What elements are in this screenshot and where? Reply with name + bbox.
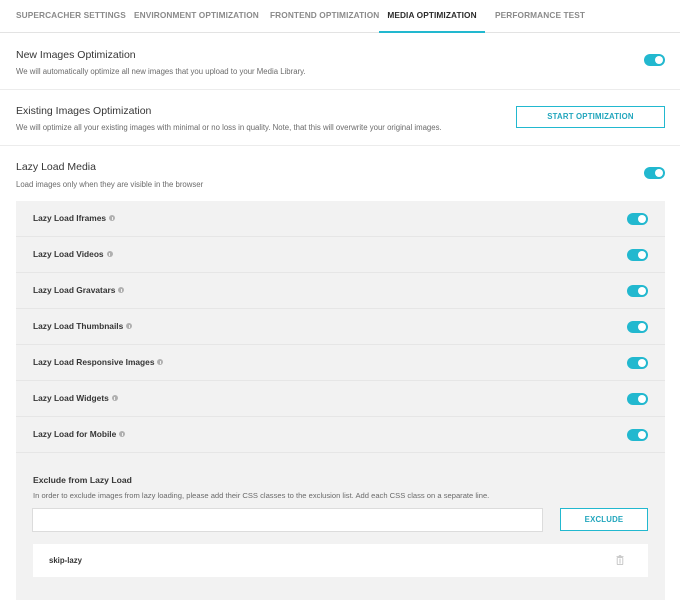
exclude-title: Exclude from Lazy Load: [33, 475, 132, 485]
tab-frontend-optimization[interactable]: FRONTEND OPTIMIZATION: [270, 0, 379, 33]
tab-environment-optimization[interactable]: ENVIRONMENT OPTIMIZATION: [134, 0, 259, 33]
section-divider: [0, 89, 680, 90]
option-row-widgets: Lazy Load Widgets: [16, 381, 665, 417]
option-row-responsive-images: Lazy Load Responsive Images: [16, 345, 665, 381]
new-images-title: New Images Optimization: [16, 49, 136, 61]
info-icon[interactable]: [157, 359, 164, 365]
exclude-button[interactable]: EXCLUDE: [560, 508, 648, 531]
toggle-knob: [655, 56, 663, 64]
option-row-videos: Lazy Load Videos: [16, 237, 665, 273]
toggle-knob: [638, 359, 646, 367]
lazy-load-responsive-images-toggle[interactable]: [627, 357, 648, 369]
option-label: Lazy Load Videos: [33, 249, 113, 259]
new-images-description: We will automatically optimize all new i…: [16, 67, 306, 76]
option-label: Lazy Load Gravatars: [33, 285, 125, 295]
toggle-knob: [638, 395, 646, 403]
toggle-knob: [638, 251, 646, 259]
option-label: Lazy Load Responsive Images: [33, 357, 164, 367]
option-row-thumbnails: Lazy Load Thumbnails: [16, 309, 665, 345]
section-divider: [0, 145, 680, 146]
lazy-load-videos-toggle[interactable]: [627, 249, 648, 261]
info-icon[interactable]: [119, 431, 126, 437]
option-label-text: Lazy Load Videos: [33, 249, 104, 259]
lazy-load-gravatars-toggle[interactable]: [627, 285, 648, 297]
toggle-knob: [638, 323, 646, 331]
option-label-text: Lazy Load Gravatars: [33, 285, 116, 295]
option-label-text: Lazy Load Iframes: [33, 213, 107, 223]
info-icon[interactable]: [109, 215, 116, 221]
option-row-mobile: Lazy Load for Mobile: [16, 417, 665, 453]
toggle-knob: [655, 169, 663, 177]
excluded-class-name: skip-lazy: [49, 556, 82, 565]
existing-images-description: We will optimize all your existing image…: [16, 123, 442, 132]
info-icon[interactable]: [111, 395, 118, 401]
option-row-iframes: Lazy Load Iframes: [16, 201, 665, 237]
option-label-text: Lazy Load Responsive Images: [33, 357, 155, 367]
existing-images-title: Existing Images Optimization: [16, 105, 152, 117]
lazy-load-thumbnails-toggle[interactable]: [627, 321, 648, 333]
lazy-load-options-panel: Lazy Load Iframes Lazy Load Videos Lazy …: [16, 201, 665, 600]
option-label-text: Lazy Load Thumbnails: [33, 321, 124, 331]
option-label-text: Lazy Load for Mobile: [33, 429, 117, 439]
info-icon[interactable]: [106, 251, 113, 257]
option-row-gravatars: Lazy Load Gravatars: [16, 273, 665, 309]
new-images-toggle[interactable]: [644, 54, 665, 66]
tab-bar: SUPERCACHER SETTINGS ENVIRONMENT OPTIMIZ…: [0, 0, 680, 33]
lazy-load-toggle[interactable]: [644, 167, 665, 179]
toggle-knob: [638, 215, 646, 223]
option-label-text: Lazy Load Widgets: [33, 393, 109, 403]
option-label: Lazy Load Thumbnails: [33, 321, 133, 331]
excluded-class-item: skip-lazy: [33, 544, 648, 577]
option-label: Lazy Load Iframes: [33, 213, 116, 223]
lazy-load-mobile-toggle[interactable]: [627, 429, 648, 441]
lazy-load-title: Lazy Load Media: [16, 161, 96, 173]
option-label: Lazy Load for Mobile: [33, 429, 126, 439]
toggle-knob: [638, 431, 646, 439]
exclude-class-input[interactable]: [32, 508, 543, 532]
info-icon[interactable]: [118, 287, 125, 293]
exclude-description: In order to exclude images from lazy loa…: [33, 491, 490, 500]
tab-media-optimization[interactable]: MEDIA OPTIMIZATION: [379, 0, 485, 33]
toggle-knob: [638, 287, 646, 295]
tab-performance-test[interactable]: PERFORMANCE TEST: [495, 0, 585, 33]
start-optimization-button[interactable]: START OPTIMIZATION: [516, 106, 665, 128]
lazy-load-iframes-toggle[interactable]: [627, 213, 648, 225]
tab-supercacher-settings[interactable]: SUPERCACHER SETTINGS: [16, 0, 126, 33]
lazy-load-description: Load images only when they are visible i…: [16, 180, 204, 189]
option-label: Lazy Load Widgets: [33, 393, 118, 403]
trash-icon[interactable]: [616, 555, 624, 565]
lazy-load-widgets-toggle[interactable]: [627, 393, 648, 405]
info-icon[interactable]: [126, 323, 133, 329]
